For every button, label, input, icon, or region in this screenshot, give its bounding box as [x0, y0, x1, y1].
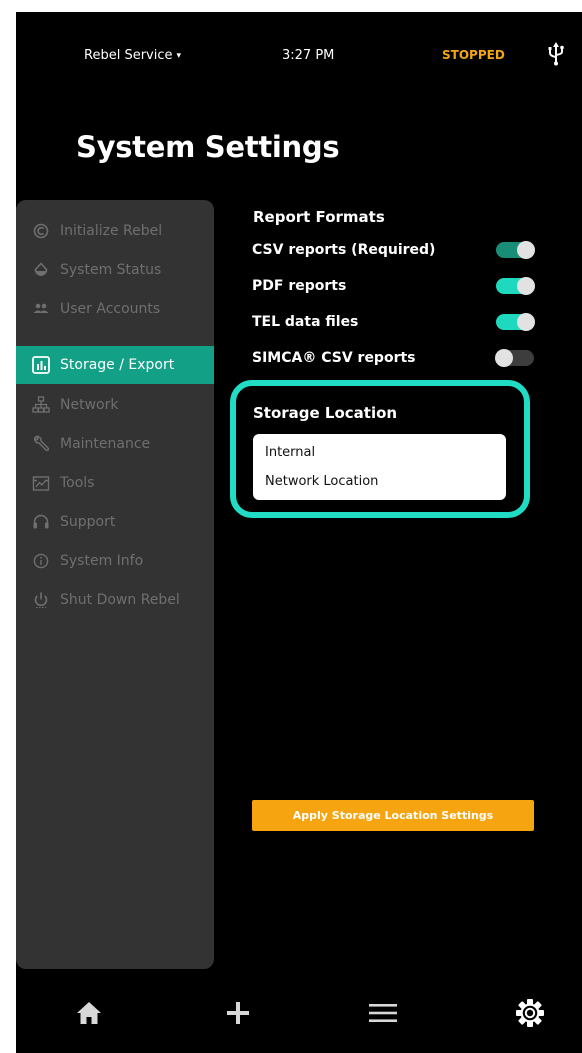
headset-icon — [32, 513, 50, 531]
report-formats-title: Report Formats — [253, 208, 385, 226]
sidebar-item-initialize-rebel[interactable]: Initialize Rebel — [16, 212, 214, 250]
sidebar-item-tools[interactable]: Tools — [16, 464, 214, 502]
menu-icon[interactable] — [366, 996, 400, 1030]
sidebar-item-maintenance[interactable]: Maintenance — [16, 425, 214, 463]
sidebar-item-shut-down-rebel[interactable]: Shut Down Rebel — [16, 581, 214, 619]
run-state-badge: STOPPED — [442, 48, 505, 62]
sidebar-item-label: Initialize Rebel — [60, 223, 163, 239]
usb-icon — [546, 42, 566, 66]
setting-row-pdf-reports: PDF reports — [252, 274, 535, 298]
csv-reports-toggle[interactable] — [496, 241, 535, 259]
initialize-icon — [32, 222, 50, 240]
sidebar-item-label: Storage / Export — [60, 357, 175, 373]
tel-data-files-toggle[interactable] — [496, 313, 535, 331]
setting-label: SIMCA® CSV reports — [252, 350, 416, 366]
clock: 3:27 PM — [282, 48, 335, 63]
storage-location-title: Storage Location — [253, 404, 398, 422]
sidebar-item-label: System Info — [60, 553, 144, 569]
user-menu[interactable]: Rebel Service ▾ — [84, 48, 181, 63]
user-name: Rebel Service — [84, 48, 173, 63]
dropdown-option-internal[interactable]: Internal — [265, 445, 315, 460]
dropdown-option-network-location[interactable]: Network Location — [265, 474, 378, 489]
sidebar-item-label: User Accounts — [60, 301, 161, 317]
info-icon — [32, 552, 50, 570]
storage-location-dropdown[interactable]: Internal Network Location — [253, 434, 506, 500]
drop-icon — [32, 261, 50, 279]
wrench-icon — [32, 435, 50, 453]
sidebar-item-network[interactable]: Network — [16, 386, 214, 424]
sidebar-item-label: Support — [60, 514, 116, 530]
users-icon — [32, 300, 50, 318]
apply-storage-location-button[interactable]: Apply Storage Location Settings — [252, 800, 534, 831]
setting-row-simca-csv-reports: SIMCA® CSV reports — [252, 346, 534, 370]
tools-icon — [32, 474, 50, 492]
sidebar-item-user-accounts[interactable]: User Accounts — [16, 290, 214, 328]
toggle-knob — [517, 241, 535, 259]
device-screen: Rebel Service ▾ 3:27 PM STOPPED System Se… — [16, 12, 582, 1053]
power-icon — [32, 591, 50, 609]
chart-icon — [32, 356, 50, 374]
setting-label: PDF reports — [252, 278, 347, 294]
sidebar-item-label: Shut Down Rebel — [60, 592, 180, 608]
bottom-nav — [16, 982, 582, 1052]
sidebar-item-label: Network — [60, 397, 119, 413]
setting-label: CSV reports (Required) — [252, 242, 436, 258]
toggle-knob — [517, 277, 535, 295]
home-icon[interactable] — [72, 996, 106, 1030]
setting-row-csv-reports: CSV reports (Required) — [252, 238, 535, 262]
page-title: System Settings — [76, 130, 340, 164]
caret-down-icon: ▾ — [176, 51, 182, 61]
pdf-reports-toggle[interactable] — [496, 277, 535, 295]
sidebar-item-storage-export[interactable]: Storage / Export — [16, 346, 214, 384]
simca-csv-reports-toggle[interactable] — [495, 349, 534, 367]
sidebar-item-system-info[interactable]: System Info — [16, 542, 214, 580]
status-bar: Rebel Service ▾ 3:27 PM STOPPED — [16, 12, 582, 72]
sidebar-item-support[interactable]: Support — [16, 503, 214, 541]
sidebar-item-system-status[interactable]: System Status — [16, 251, 214, 289]
setting-label: TEL data files — [252, 314, 359, 330]
sidebar-item-label: Tools — [60, 475, 95, 491]
sidebar-item-label: Maintenance — [60, 436, 151, 452]
settings-sidebar: Initialize Rebel System Status User Acco… — [16, 200, 214, 969]
toggle-knob — [495, 349, 513, 367]
plus-icon[interactable] — [221, 996, 255, 1030]
toggle-knob — [517, 313, 535, 331]
network-icon — [32, 396, 50, 414]
sidebar-item-label: System Status — [60, 262, 162, 278]
settings-icon[interactable] — [513, 996, 547, 1030]
setting-row-tel-data-files: TEL data files — [252, 310, 535, 334]
